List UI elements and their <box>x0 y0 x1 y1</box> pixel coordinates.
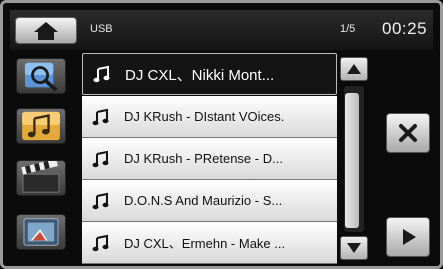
track-list: DJ CXL、Nikki Mont... DJ KRush - DIstant … <box>82 53 337 265</box>
category-photo-button[interactable] <box>16 214 66 250</box>
scroll-down-button[interactable] <box>340 236 368 260</box>
music-note-icon <box>92 150 109 167</box>
search-icon <box>24 62 58 92</box>
track-title: DJ KRush - PRetense - D... <box>124 151 283 166</box>
music-note-icon <box>22 111 60 141</box>
music-note-icon <box>92 108 109 125</box>
track-row-3[interactable]: DJ KRush - PRetense - D... <box>82 138 337 180</box>
home-icon <box>34 21 58 40</box>
arrow-down-icon <box>347 243 361 253</box>
home-button[interactable] <box>15 17 77 44</box>
track-row-4[interactable]: D.O.N.S And Maurizio - S... <box>82 180 337 222</box>
category-video-button[interactable] <box>16 160 66 196</box>
play-button[interactable] <box>386 217 430 257</box>
music-note-icon <box>92 234 109 251</box>
header-bar: USB 1/5 00:25 <box>10 10 433 50</box>
track-title: DJ CXL、Ermehn - Make ... <box>124 236 286 251</box>
track-row-1[interactable]: DJ CXL、Nikki Mont... <box>82 53 337 95</box>
photo-icon <box>23 218 59 246</box>
clapperboard-icon <box>21 161 60 193</box>
play-icon <box>403 229 416 245</box>
close-icon <box>399 124 417 142</box>
source-label: USB <box>90 23 113 35</box>
track-title: DJ CXL、Nikki Mont... <box>125 66 275 84</box>
close-button[interactable] <box>386 113 430 153</box>
track-row-2[interactable]: DJ KRush - DIstant VOices. <box>82 96 337 138</box>
clock: 00:25 <box>382 19 428 38</box>
arrow-up-icon <box>347 64 361 74</box>
page-indicator: 1/5 <box>340 23 356 35</box>
track-title: D.O.N.S And Maurizio - S... <box>124 193 283 208</box>
scroll-thumb[interactable] <box>345 93 359 228</box>
music-note-icon <box>93 65 110 83</box>
category-music-button[interactable] <box>16 108 66 144</box>
category-search-button[interactable] <box>16 58 66 94</box>
track-title: DJ KRush - DIstant VOices. <box>124 109 285 124</box>
track-row-5[interactable]: DJ CXL、Ermehn - Make ... <box>82 222 337 264</box>
scroll-up-button[interactable] <box>340 57 368 81</box>
music-note-icon <box>92 192 109 209</box>
